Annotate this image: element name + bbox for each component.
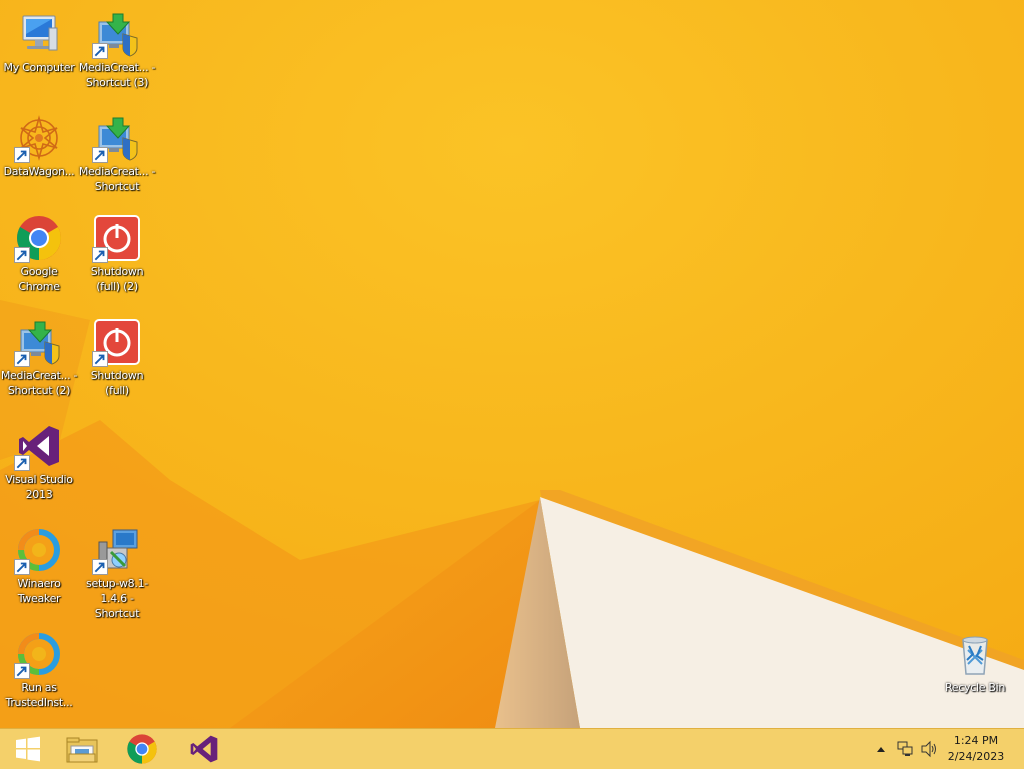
show-hidden-icons-icon [877,747,885,752]
network-button[interactable] [894,729,916,769]
chrome-icon [14,214,63,263]
desktop-icon-label: My Computer [3,61,75,74]
shortcut-arrow-icon [92,559,108,575]
shortcut-arrow-icon [14,455,30,471]
clock-time: 1:24 PM [953,734,999,747]
desktop-icon-label: Run as TrustedInst... [5,681,73,709]
windows-logo-icon [16,736,40,762]
taskbar: 1:24 PM 2/24/2023 [0,728,1024,769]
desktop[interactable]: My Computer DataWagon... Google Chrome M… [0,0,1024,728]
winaero-tweaker-icon [14,526,63,575]
desktop-icon-label: MediaCreat... - Shortcut (3) [78,61,156,89]
computer-icon [15,10,63,58]
shortcut-arrow-icon [14,351,30,367]
desktop-icon-label: MediaCreat... - Shortcut (2) [0,369,78,397]
datawagon-icon [14,114,63,163]
desktop-icon-label: setup-w8.1-1.4.6 - Shortcut [86,577,148,620]
start-button[interactable] [0,729,56,769]
desktop-icon-setup-w81[interactable]: setup-w8.1-1.4.6 - Shortcut [78,526,156,621]
desktop-icon-label: Visual Studio 2013 [5,473,73,501]
visual-studio-icon [14,422,63,471]
setup-installer-icon [92,526,141,575]
shortcut-arrow-icon [14,147,30,163]
shortcut-arrow-icon [92,147,108,163]
desktop-icon-label: Winaero Tweaker [17,577,61,605]
shutdown-icon [92,214,141,263]
desktop-icon-recycle-bin[interactable]: Recycle Bin [936,630,1014,695]
shutdown-icon [92,318,141,367]
chrome-icon [127,734,157,764]
taskbar-file-explorer-button[interactable] [54,729,110,769]
desktop-icon-label: MediaCreat... - Shortcut [78,165,156,193]
desktop-icon-mediacreation-shortcut-3[interactable]: MediaCreat... - Shortcut (3) [78,10,156,90]
shortcut-arrow-icon [14,663,30,679]
file-explorer-icon [66,737,98,763]
winaero-tweaker-icon [14,630,63,679]
desktop-icon-my-computer[interactable]: My Computer [0,10,78,75]
clock[interactable]: 1:24 PM 2/24/2023 [936,733,1016,765]
shortcut-arrow-icon [92,43,108,59]
desktop-icon-datawagon[interactable]: DataWagon... [0,114,78,179]
desktop-icon-shutdown-full-2[interactable]: Shutdown (full) (2) [78,214,156,294]
clock-date: 2/24/2023 [947,750,1005,763]
desktop-icon-mediacreation-shortcut-2[interactable]: MediaCreat... - Shortcut (2) [0,318,78,398]
desktop-icon-run-as-trustedinstaller[interactable]: Run as TrustedInst... [0,630,78,710]
desktop-icon-label: Recycle Bin [944,681,1006,694]
desktop-icon-mediacreation-shortcut[interactable]: MediaCreat... - Shortcut [78,114,156,194]
shortcut-arrow-icon [14,247,30,263]
show-hidden-icons-button[interactable] [872,729,890,769]
media-creation-tool-icon [14,318,63,367]
shortcut-arrow-icon [92,351,108,367]
desktop-icon-chrome[interactable]: Google Chrome [0,214,78,294]
media-creation-tool-icon [92,114,141,163]
shortcut-arrow-icon [92,247,108,263]
taskbar-chrome-button[interactable] [114,729,170,769]
desktop-icon-label: Shutdown (full) (2) [90,265,144,293]
desktop-icon-label: DataWagon... [3,165,75,178]
desktop-icon-label: Shutdown (full) [90,369,144,397]
desktop-icon-label: Google Chrome [18,265,60,293]
recycle-bin-icon [951,630,999,678]
media-creation-tool-icon [92,10,141,59]
shortcut-arrow-icon [14,559,30,575]
desktop-icon-visual-studio[interactable]: Visual Studio 2013 [0,422,78,502]
desktop-icon-shutdown-full[interactable]: Shutdown (full) [78,318,156,398]
desktop-icon-winaero-tweaker[interactable]: Winaero Tweaker [0,526,78,606]
taskbar-visual-studio-button[interactable] [176,729,232,769]
visual-studio-icon [190,735,218,763]
network-icon [897,741,913,756]
